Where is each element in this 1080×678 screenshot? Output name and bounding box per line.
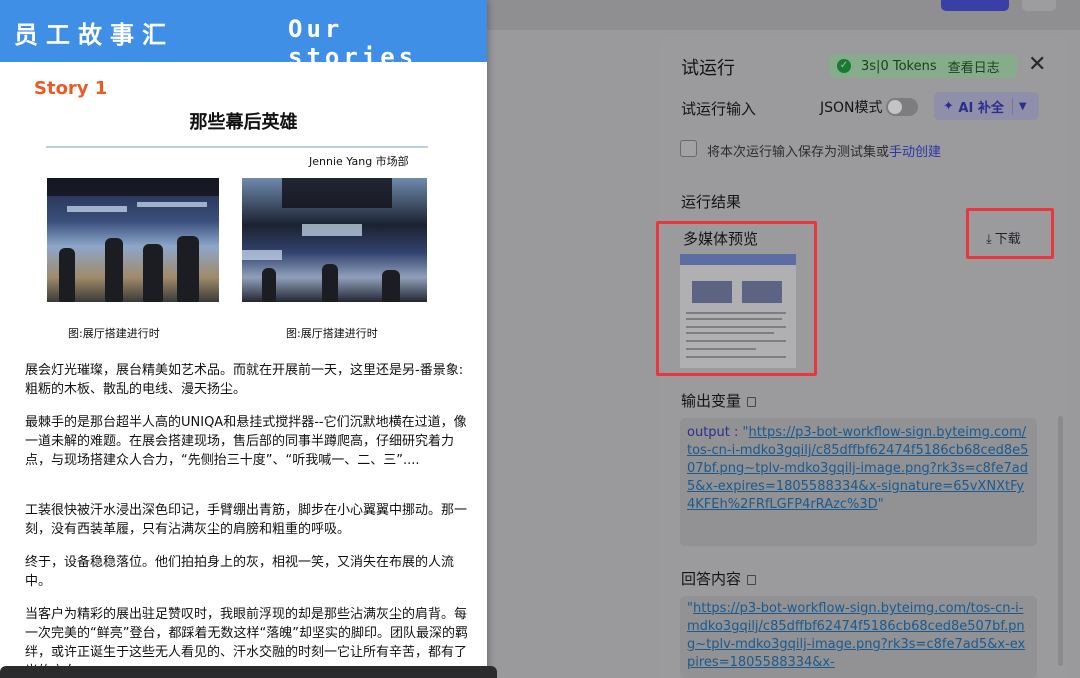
photo-caption-2: 图:展厅搭建进行时 <box>286 327 378 340</box>
doc-banner: 员工故事汇 Our stories <box>0 0 487 71</box>
save-testset-label: 将本次运行输入保存为测试集或 <box>707 145 890 160</box>
view-log-link[interactable]: 查看日志 <box>948 57 1000 76</box>
copy-icon[interactable] <box>747 397 757 407</box>
save-testset-text: 将本次运行输入保存为测试集或手动创建 <box>707 141 941 160</box>
more-button[interactable] <box>1022 0 1056 11</box>
chevron-down-icon[interactable]: ▼ <box>1019 101 1027 112</box>
story-paragraph: 最棘手的是那台超半人高的UNIQA和悬挂式搅拌器--它们沉默地横在过道，像一道未… <box>25 415 467 468</box>
output-variable-label: 输出变量 <box>681 390 757 411</box>
run-result-label: 运行结果 <box>681 193 742 211</box>
story-tag: Story 1 <box>34 78 108 99</box>
output-key: output <box>687 425 730 440</box>
ai-complete-button[interactable]: ✦ AI 补全 ▼ <box>934 92 1039 120</box>
answer-url-link[interactable]: https://p3-bot-workflow-sign.byteimg.com… <box>687 601 1025 670</box>
output-url-link[interactable]: https://p3-bot-workflow-sign.byteimg.com… <box>687 425 1028 512</box>
banner-title-cn: 员工故事汇 <box>14 21 174 49</box>
button-divider <box>1011 98 1013 114</box>
output-variable-box: output : "https://p3-bot-workflow-sign.b… <box>680 418 1037 546</box>
save-testset-checkbox[interactable] <box>680 140 697 157</box>
run-input-label: 试运行输入 <box>681 100 757 118</box>
run-duration: 3s <box>861 58 877 74</box>
json-mode-toggle[interactable] <box>886 98 918 116</box>
check-circle-icon: ✓ <box>837 59 851 73</box>
copy-icon[interactable] <box>747 575 757 585</box>
author-line: Jennie Yang 市场部 <box>309 155 409 168</box>
panel-scrollbar[interactable] <box>1058 416 1063 666</box>
booth-photo-2 <box>242 178 427 302</box>
title-divider <box>46 146 428 148</box>
sparkle-icon: ✦ <box>943 98 959 114</box>
run-tokens: 0 Tokens <box>880 58 937 74</box>
answer-content-title: 回答内容 <box>681 570 742 588</box>
close-icon[interactable]: ✕ <box>1028 52 1046 77</box>
ai-complete-label: AI 补全 <box>958 100 1004 116</box>
story-paragraph: 工装很快被汗水浸出深色印记，手臂绷出青筋，脚步在小心翼翼中挪动。那一刻，没有西装… <box>25 503 468 537</box>
download-highlight <box>966 208 1054 259</box>
story-paragraph: 展会灯光璀璨，展台精美如艺术品。而就在开展前一天，这里还是另-番景象:粗粝的木板… <box>25 363 464 397</box>
publish-button[interactable] <box>941 0 1009 11</box>
run-status-badge: ✓ 3s | 0 Tokens 查看日志 <box>829 54 1017 78</box>
json-mode-label: JSON模式 <box>820 100 883 116</box>
answer-content-box: "https://p3-bot-workflow-sign.byteimg.co… <box>680 596 1037 678</box>
booth-photo-1 <box>47 178 219 302</box>
document-preview: 员工故事汇 Our stories Story 1 那些幕后英雄 Jennie … <box>0 0 487 678</box>
output-variable-title: 输出变量 <box>681 392 742 410</box>
banner-title-en: Our stories <box>288 15 418 71</box>
preview-bottom-bar <box>0 666 497 678</box>
manual-create-link[interactable]: 手动创建 <box>889 145 941 160</box>
doc-title: 那些幕后英雄 <box>189 112 298 133</box>
story-paragraph: 终于，设备稳稳落位。他们拍拍身上的灰，相视一笑，又消失在布展的人流中。 <box>25 555 455 589</box>
panel-title: 试运行 <box>681 58 735 79</box>
answer-content-label: 回答内容 <box>681 568 757 589</box>
photo-caption-1: 图:展厅搭建进行时 <box>68 327 160 340</box>
toggle-knob <box>888 100 902 114</box>
media-preview-highlight <box>656 221 817 376</box>
